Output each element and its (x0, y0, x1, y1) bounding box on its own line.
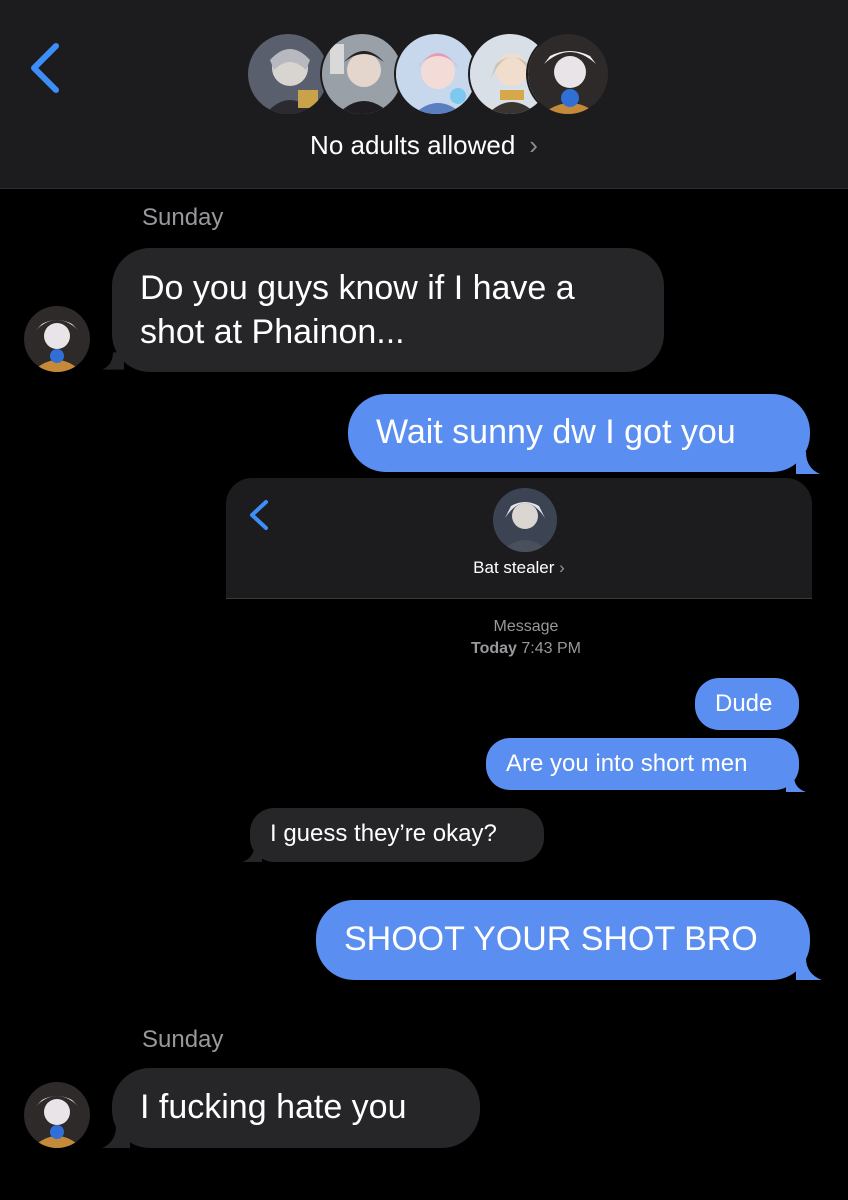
contact-name: Bat stealer › (473, 558, 565, 577)
group-name[interactable]: No adults allowed › (0, 130, 848, 161)
bubble-tail (786, 776, 806, 792)
message-text: I guess they’re okay? (270, 820, 497, 847)
avatar (320, 32, 404, 116)
chevron-left-icon (250, 500, 268, 530)
back-button[interactable] (26, 40, 66, 96)
bubble-tail (102, 352, 124, 370)
message-timestamp: Today 7:43 PM (471, 640, 581, 657)
sender-avatar[interactable] (24, 306, 90, 372)
chevron-left-icon (31, 43, 59, 93)
bubble-tail (796, 958, 822, 980)
day-label: Sunday (142, 1026, 224, 1053)
message-bubble-sent[interactable]: Are you into short men (486, 738, 799, 790)
message-text: Wait sunny dw I got you (376, 413, 736, 451)
sender-avatar[interactable] (24, 1082, 90, 1148)
avatar (394, 32, 478, 116)
day-label: Sunday (142, 204, 224, 231)
message-text: Are you into short men (506, 750, 748, 777)
message-text: SHOOT YOUR SHOT BRO (344, 920, 758, 958)
chevron-right-icon: › (559, 558, 565, 577)
message-bubble-received[interactable]: I fucking hate you (112, 1068, 480, 1148)
message-text: Do you guys know if I have a (140, 269, 575, 307)
contact-avatar (493, 488, 557, 552)
avatar (526, 32, 610, 116)
group-avatars[interactable] (246, 32, 610, 120)
message-bubble-received[interactable]: I guess they’re okay? (250, 808, 544, 862)
message-bubble-received[interactable]: Do you guys know if I have a shot at Pha… (112, 248, 664, 372)
group-name-label: No adults allowed (310, 130, 516, 160)
embedded-screenshot-header[interactable]: Bat stealer › (226, 478, 812, 599)
message-text: I fucking hate you (140, 1088, 407, 1126)
bubble-tail (242, 846, 262, 862)
avatar (246, 32, 330, 116)
bubble-tail (796, 452, 820, 474)
chevron-right-icon: › (529, 130, 538, 160)
message-service-label: Message (493, 618, 559, 635)
conversation-header: No adults allowed › (0, 0, 848, 189)
bubble-tail (102, 1126, 130, 1148)
message-text: shot at Phainon... (140, 313, 405, 351)
message-text: Dude (715, 690, 773, 717)
message-bubble-sent[interactable]: SHOOT YOUR SHOT BRO (316, 900, 810, 980)
message-bubble-sent[interactable]: Wait sunny dw I got you (348, 394, 810, 472)
message-bubble-sent[interactable]: Dude (695, 678, 799, 730)
